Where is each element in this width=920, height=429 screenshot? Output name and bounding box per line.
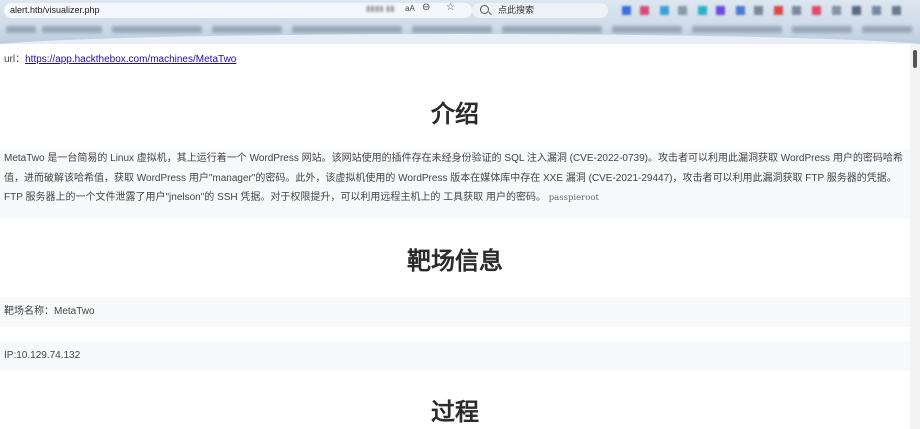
extension-icon[interactable] <box>892 6 901 15</box>
extension-icon[interactable] <box>640 6 649 15</box>
extension-icon[interactable] <box>678 6 687 15</box>
section-title-process: 过程 <box>431 398 479 426</box>
extension-icon[interactable] <box>852 6 861 15</box>
extension-icon[interactable] <box>832 6 841 15</box>
section-title-intro: 介绍 <box>431 100 479 128</box>
intro-inline-code: passpieroot <box>548 193 599 203</box>
scroll-thumb[interactable] <box>913 50 917 68</box>
bookmark-item[interactable] <box>292 26 402 33</box>
extension-icon[interactable] <box>736 6 745 15</box>
bookmark-item[interactable] <box>42 26 102 33</box>
url-label: url： <box>4 54 26 65</box>
vertical-scrollbar[interactable] <box>910 44 920 429</box>
machine-name: 靶场名称：MetaTwo <box>4 306 95 317</box>
browser-toolbar: alert.htb/visualizer.php ▮▮▮▮ ▮▮ aA ⊖ ☆ … <box>0 0 920 44</box>
bookmark-item[interactable] <box>692 26 782 33</box>
machine-link[interactable]: https://app.hackthebox.com/machines/Meta… <box>25 54 236 65</box>
section-title-info: 靶场信息 <box>407 247 503 275</box>
search-placeholder: 点此搜索 <box>498 5 535 15</box>
bookmark-item[interactable] <box>212 26 282 33</box>
extension-icon[interactable] <box>698 6 707 15</box>
favorite-star-icon[interactable]: ☆ <box>446 2 455 13</box>
extension-icon[interactable] <box>622 6 631 15</box>
extension-icon[interactable] <box>754 6 763 15</box>
bookmark-item[interactable] <box>792 26 852 33</box>
intro-block: MetaTwo 是一台简易的 Linux 虚拟机，其上运行着一个 WordPre… <box>0 149 910 219</box>
extension-icon[interactable] <box>660 6 669 15</box>
bookmark-item[interactable] <box>612 26 682 33</box>
search-box[interactable]: 点此搜索 <box>472 3 608 18</box>
extension-icon[interactable] <box>792 6 801 15</box>
bookmark-item[interactable] <box>502 26 602 33</box>
info-ip-block: IP:10.129.74.132 <box>0 341 910 371</box>
bookmark-item[interactable] <box>412 26 492 33</box>
info-name-block: 靶场名称：MetaTwo <box>0 297 910 327</box>
intro-text: MetaTwo 是一台简易的 Linux 虚拟机，其上运行着一个 WordPre… <box>4 153 903 203</box>
intro-paragraph: MetaTwo 是一台简易的 Linux 虚拟机，其上运行着一个 WordPre… <box>0 149 910 209</box>
extension-icon[interactable] <box>716 6 725 15</box>
bookmark-item[interactable] <box>862 26 912 33</box>
url-line: url：https://app.hackthebox.com/machines/… <box>4 50 236 65</box>
address-bar[interactable]: alert.htb/visualizer.php <box>4 3 472 18</box>
extension-icon[interactable] <box>774 6 783 15</box>
address-text: alert.htb/visualizer.php <box>10 5 100 15</box>
reader-view-button[interactable]: aA <box>405 4 415 13</box>
bookmark-item[interactable] <box>6 26 36 33</box>
zoom-out-icon[interactable]: ⊖ <box>422 2 430 13</box>
extension-icon[interactable] <box>872 6 881 15</box>
search-icon <box>480 5 489 14</box>
bookmark-item[interactable] <box>112 26 202 33</box>
page-top-edge <box>0 34 920 44</box>
machine-ip: IP:10.129.74.132 <box>4 350 81 361</box>
blurred-label: ▮▮▮▮ ▮▮ <box>366 4 395 13</box>
extension-icon[interactable] <box>812 6 821 15</box>
